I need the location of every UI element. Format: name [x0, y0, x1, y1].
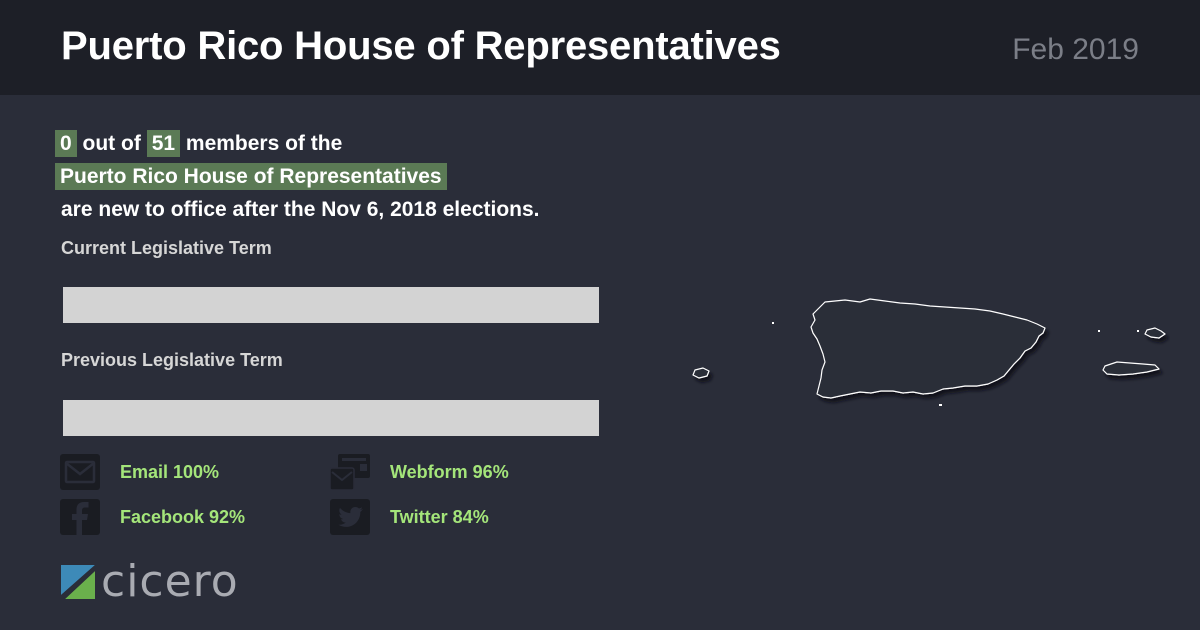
puerto-rico-map: [692, 298, 1166, 406]
members-of-text: members of the: [185, 132, 343, 155]
current-term-bar: [63, 287, 599, 323]
webform-icon: [330, 454, 370, 490]
previous-term-bar: [63, 400, 599, 436]
cicero-logo: cicero: [61, 560, 239, 604]
cicero-logo-text: cicero: [101, 556, 239, 607]
webform-label: Webform 96%: [390, 461, 509, 482]
header-bar: Puerto Rico House of Representatives Feb…: [0, 0, 1200, 95]
email-label: Email 100%: [120, 461, 220, 482]
contact-email[interactable]: Email 100%: [60, 454, 219, 490]
contact-twitter[interactable]: Twitter 84%: [330, 499, 489, 535]
current-term-label: Current Legislative Term: [61, 238, 272, 258]
total-members-count: 51: [146, 130, 181, 157]
twitter-icon: [330, 499, 370, 535]
facebook-label: Facebook 92%: [120, 506, 246, 527]
summary-text: 0 out of 51 members of the Puerto Rico H…: [55, 127, 675, 226]
twitter-label: Twitter 84%: [390, 506, 489, 527]
summary-line-1: 0 out of 51 members of the: [55, 127, 675, 160]
contact-webform[interactable]: Webform 96%: [330, 454, 509, 490]
cicero-logo-icon: [61, 565, 95, 599]
summary-line-3: are new to office after the Nov 6, 2018 …: [61, 198, 540, 221]
out-of-text: out of: [82, 132, 141, 155]
contact-facebook[interactable]: Facebook 92%: [60, 499, 245, 535]
facebook-icon: [60, 499, 100, 535]
new-members-count: 0: [55, 130, 77, 157]
summary-line-2: Puerto Rico House of Representatives: [55, 160, 675, 193]
chamber-name: Puerto Rico House of Representatives: [55, 163, 447, 190]
page-title: Puerto Rico House of Representatives: [61, 24, 781, 68]
previous-term-label: Previous Legislative Term: [61, 350, 283, 370]
email-icon: [60, 454, 100, 490]
date-label: Feb 2019: [1012, 33, 1139, 66]
